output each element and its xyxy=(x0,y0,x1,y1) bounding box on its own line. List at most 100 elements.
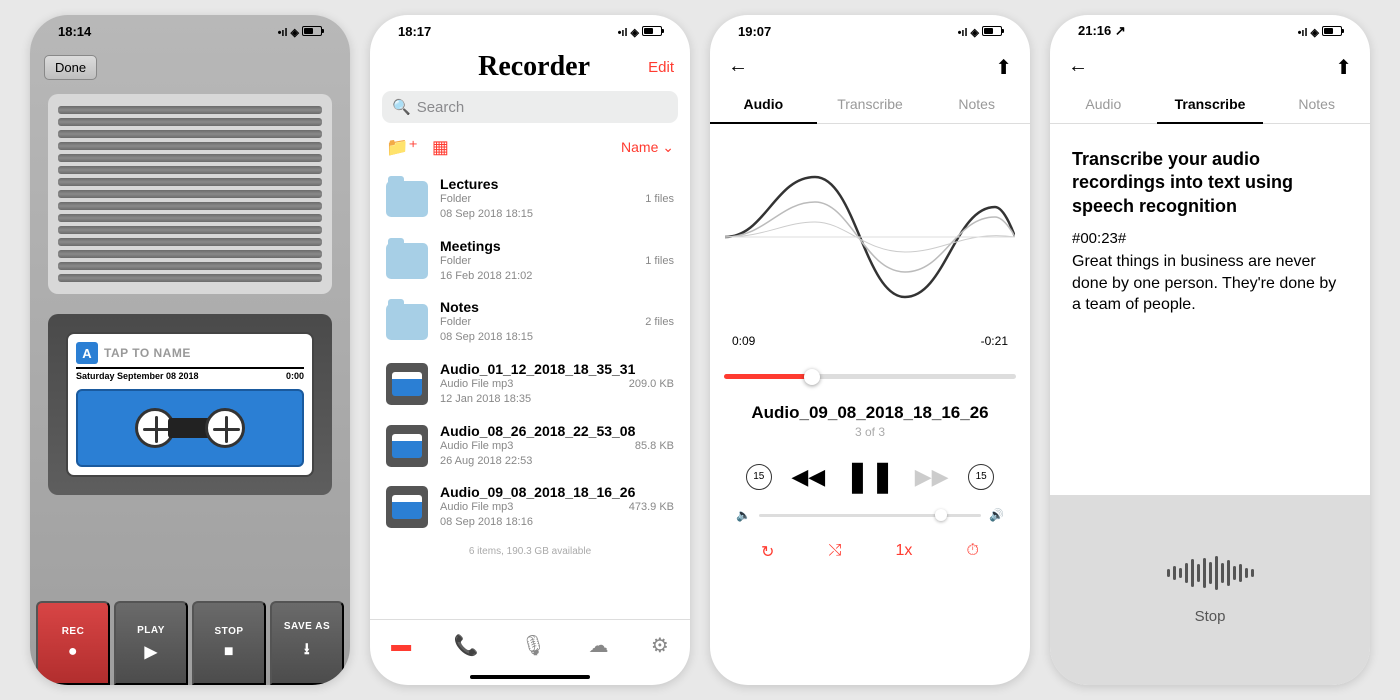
cassette-frame: A TAP TO NAME Saturday September 08 2018… xyxy=(48,314,332,495)
status-indicators xyxy=(618,24,662,39)
progress-fill xyxy=(724,374,812,379)
file-list: LecturesFolder08 Sep 2018 18:15 1 files Me… xyxy=(370,168,690,538)
pause-button[interactable]: ❚❚ xyxy=(845,459,895,494)
repeat-button[interactable]: ↻ xyxy=(761,542,774,562)
cell-signal-icon xyxy=(958,24,968,39)
prev-button[interactable]: ◀◀ xyxy=(791,464,825,490)
status-indicators xyxy=(278,24,322,39)
done-button[interactable]: Done xyxy=(44,55,97,80)
stop-button[interactable]: STOP ■ xyxy=(192,601,266,685)
toolbar: 📁⁺ ▦ Name ⌄ xyxy=(370,127,690,168)
item-title: Audio_09_08_2018_18_16_26 xyxy=(440,484,617,500)
sleep-timer-button[interactable]: ⏱ xyxy=(966,542,978,562)
player-screen: 19:07 ← ⬆︎ Audio Transcribe Notes 0:09 -… xyxy=(710,15,1030,685)
tab-notes[interactable]: Notes xyxy=(1263,96,1370,124)
playback-controls: 15 ◀◀ ❚❚ ▶▶ 15 xyxy=(710,439,1030,502)
back-button[interactable]: ← xyxy=(1068,55,1088,80)
share-button[interactable]: ⬆︎ xyxy=(1335,55,1352,80)
item-meta: 2 files xyxy=(645,316,674,328)
waveform-icon xyxy=(725,152,1015,322)
item-text: Audio_09_08_2018_18_16_26Audio File mp30… xyxy=(440,484,617,530)
search-input[interactable]: 🔍 Search xyxy=(382,91,678,123)
reel-right-icon xyxy=(205,408,245,448)
folder-icon xyxy=(386,181,428,217)
save-label: SAVE AS xyxy=(284,621,330,632)
list-item[interactable]: Audio_09_08_2018_18_16_26Audio File mp30… xyxy=(370,476,690,538)
audio-cassette-icon xyxy=(386,363,428,405)
tab-notes[interactable]: Notes xyxy=(923,96,1030,124)
grid-view-icon[interactable]: ▦ xyxy=(432,137,449,158)
rec-button[interactable]: REC ● xyxy=(36,601,110,685)
nav-bar: ← ⬆︎ xyxy=(1050,47,1370,88)
shuffle-button[interactable]: ⤭ xyxy=(829,542,842,562)
tabs: Audio Transcribe Notes xyxy=(1050,88,1370,132)
volume-slider[interactable] xyxy=(759,514,981,517)
list-item[interactable]: NotesFolder08 Sep 2018 18:152 files xyxy=(370,291,690,353)
stop-label: STOP xyxy=(214,626,243,637)
home-indicator[interactable] xyxy=(470,675,590,679)
item-title: Lectures xyxy=(440,176,633,192)
wifi-icon xyxy=(631,24,639,39)
battery-icon xyxy=(1322,26,1342,36)
cassette-date: Saturday September 08 2018 xyxy=(76,371,199,381)
tab-transcribe[interactable]: Transcribe xyxy=(1157,96,1264,124)
speed-button[interactable]: 1x xyxy=(895,542,912,562)
play-button[interactable]: PLAY ▶ xyxy=(114,601,188,685)
tab-call-icon[interactable]: 📞 xyxy=(454,633,479,658)
item-subtitle: Folder16 Feb 2018 21:02 xyxy=(440,254,633,284)
status-bar: 21:16 ↗ xyxy=(1050,15,1370,47)
save-as-button[interactable]: SAVE AS ⭳ xyxy=(270,601,344,685)
skip-back-button[interactable]: 15 xyxy=(746,464,772,490)
list-item[interactable]: MeetingsFolder16 Feb 2018 21:021 files xyxy=(370,230,690,292)
stop-transcribe-button[interactable]: Stop xyxy=(1195,608,1226,625)
transcribe-heading: Transcribe your audio recordings into te… xyxy=(1072,148,1348,218)
item-text: LecturesFolder08 Sep 2018 18:15 xyxy=(440,176,633,222)
skip-fwd-button[interactable]: 15 xyxy=(968,464,994,490)
audio-cassette-icon xyxy=(386,486,428,528)
share-button[interactable]: ⬆︎ xyxy=(995,55,1012,80)
next-button[interactable]: ▶▶ xyxy=(915,464,949,490)
list-item[interactable]: Audio_01_12_2018_18_35_31Audio File mp31… xyxy=(370,353,690,415)
tab-record-icon[interactable]: 🎙 xyxy=(521,633,546,658)
tab-transcribe[interactable]: Transcribe xyxy=(817,96,924,124)
back-button[interactable]: ← xyxy=(728,55,748,80)
tab-cloud-icon[interactable]: ☁ xyxy=(589,633,609,658)
new-folder-icon[interactable]: 📁⁺ xyxy=(386,137,418,158)
status-time: 18:14 xyxy=(58,24,91,39)
tab-files-icon[interactable]: ▬ xyxy=(391,634,411,657)
tab-audio[interactable]: Audio xyxy=(710,96,817,124)
cassette-side-label: A xyxy=(76,342,98,364)
track-title: Audio_09_08_2018_18_16_26 xyxy=(710,403,1030,423)
progress-bar[interactable] xyxy=(724,374,1016,379)
item-meta: 1 files xyxy=(645,193,674,205)
chevron-down-icon: ⌄ xyxy=(662,139,674,155)
speaker-grille xyxy=(48,94,332,294)
wifi-icon xyxy=(971,24,979,39)
header: Recorder Edit xyxy=(370,47,690,87)
item-title: Notes xyxy=(440,299,633,315)
item-meta: 85.8 KB xyxy=(635,440,674,452)
item-subtitle: Audio File mp326 Aug 2018 22:53 xyxy=(440,439,623,469)
tab-audio[interactable]: Audio xyxy=(1050,96,1157,124)
volume-high-icon: 🔊 xyxy=(989,508,1004,522)
elapsed-time: 0:09 xyxy=(732,334,755,348)
progress-thumb[interactable] xyxy=(804,369,820,385)
status-indicators xyxy=(958,24,1002,39)
cassette[interactable]: A TAP TO NAME Saturday September 08 2018… xyxy=(66,332,314,477)
edit-button[interactable]: Edit xyxy=(648,59,674,76)
nav-bar: ← ⬆︎ xyxy=(710,47,1030,88)
battery-icon xyxy=(982,26,1002,36)
transcribe-footer: Stop xyxy=(1050,495,1370,685)
status-bar: 18:14 xyxy=(30,15,350,47)
transcribe-timestamp: #00:23# xyxy=(1072,230,1348,247)
waveform[interactable] xyxy=(710,132,1030,342)
cell-signal-icon xyxy=(618,24,628,39)
list-item[interactable]: Audio_08_26_2018_22_53_08Audio File mp32… xyxy=(370,415,690,477)
file-list-screen: 18:17 Recorder Edit 🔍 Search 📁⁺ ▦ Name ⌄… xyxy=(370,15,690,685)
volume-thumb[interactable] xyxy=(935,509,947,521)
tap-to-name-field[interactable]: TAP TO NAME xyxy=(104,346,191,360)
tab-settings-icon[interactable]: ⚙ xyxy=(651,633,669,658)
sort-button[interactable]: Name ⌄ xyxy=(621,139,674,156)
list-item[interactable]: LecturesFolder08 Sep 2018 18:15 1 files xyxy=(370,168,690,230)
item-text: Audio_08_26_2018_22_53_08Audio File mp32… xyxy=(440,423,623,469)
